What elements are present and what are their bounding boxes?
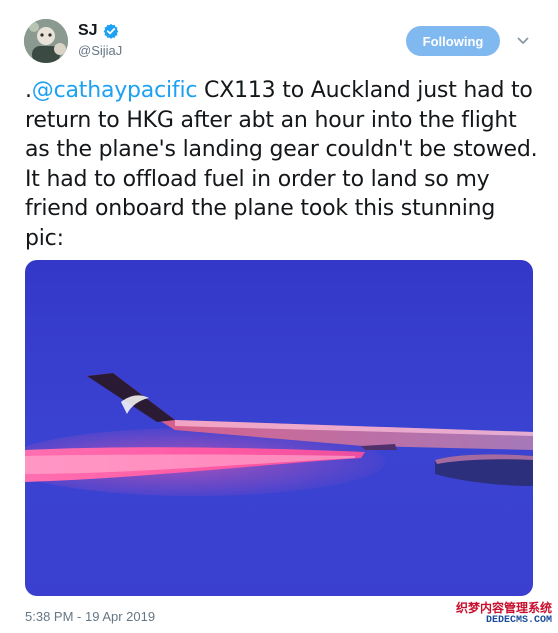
user-handle[interactable]: @SijiaJ bbox=[78, 43, 122, 58]
name-row: SJ bbox=[78, 22, 119, 40]
site-watermark: 织梦内容管理系统 DEDECMS.COM bbox=[444, 597, 556, 631]
tweet-text: .@cathaypacific CX113 to Auckland just h… bbox=[25, 76, 540, 253]
verified-badge-icon bbox=[103, 23, 119, 39]
following-button[interactable]: Following bbox=[406, 26, 500, 56]
display-name[interactable]: SJ bbox=[78, 22, 98, 40]
mention-link[interactable]: @cathaypacific bbox=[32, 78, 198, 103]
watermark-line2: DEDECMS.COM bbox=[485, 615, 552, 626]
tweet-photo[interactable] bbox=[25, 260, 533, 596]
watermark-line1: 织梦内容管理系统 bbox=[455, 601, 552, 615]
tweet-body: CX113 to Auckland just had to return to … bbox=[25, 78, 538, 251]
user-avatar[interactable] bbox=[24, 19, 68, 63]
chevron-down-icon[interactable] bbox=[516, 34, 530, 48]
tweet-prefix: . bbox=[25, 78, 32, 103]
avatar-image bbox=[24, 19, 68, 63]
tweet-card: SJ @SijiaJ Following .@cathaypacific CX1… bbox=[0, 0, 558, 633]
tweet-timestamp[interactable]: 5:38 PM - 19 Apr 2019 bbox=[25, 609, 155, 624]
airplane-wing-photo bbox=[25, 260, 533, 596]
